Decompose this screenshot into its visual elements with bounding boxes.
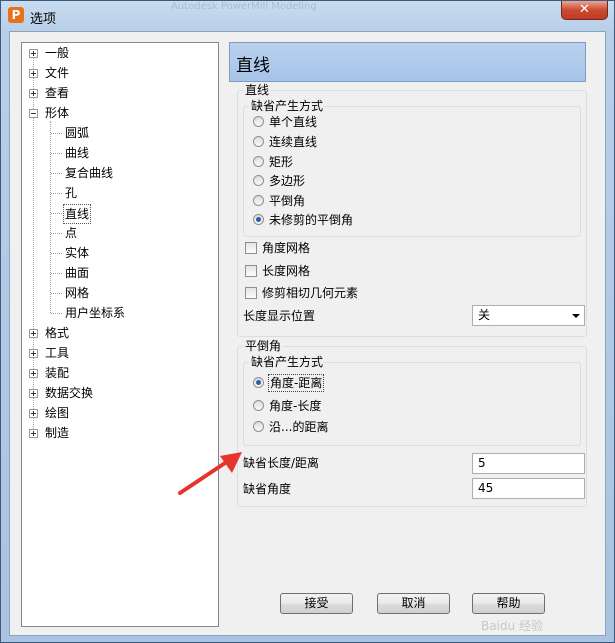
options-tree[interactable]: 一般 文件 查看 形体 圆弧 曲线 复合曲线 孔 直线 点 实体 曲面 网格 用…: [21, 42, 219, 627]
checkbox-length-grid[interactable]: 长度网格: [245, 262, 445, 280]
tree-item-composite-curve[interactable]: 复合曲线: [22, 164, 212, 182]
radio-rectangle[interactable]: 矩形: [253, 153, 453, 171]
tree-item-manufacturing[interactable]: 制造: [22, 424, 212, 442]
help-button[interactable]: 帮助: [472, 593, 545, 614]
background-window-title: Autodesk PowerMill Modeling: [171, 1, 317, 12]
radio-continuous-line[interactable]: 连续直线: [253, 133, 453, 151]
tree-item-assembly[interactable]: 装配: [22, 364, 212, 382]
dialog-body: 一般 文件 查看 形体 圆弧 曲线 复合曲线 孔 直线 点 实体 曲面 网格 用…: [9, 31, 606, 636]
tree-item-curve[interactable]: 曲线: [22, 144, 212, 162]
expand-icon[interactable]: [29, 389, 38, 398]
options-dialog: P 选项 Autodesk PowerMill Modeling ✕ 一般 文件…: [0, 0, 615, 643]
tree-item-mesh[interactable]: 网格: [22, 284, 212, 302]
checkbox-angle-grid[interactable]: 角度网格: [245, 239, 445, 257]
panel-title: 直线: [236, 56, 270, 76]
app-icon: P: [8, 7, 24, 23]
radio-angle-length[interactable]: 角度-长度: [253, 397, 453, 415]
line-group-label: 直线: [243, 83, 272, 97]
radio-distance-along[interactable]: 沿...的距离: [253, 418, 453, 436]
tree-item-tools[interactable]: 工具: [22, 344, 212, 362]
default-angle-label: 缺省角度: [243, 482, 292, 496]
radio-button[interactable]: [253, 195, 264, 206]
watermark: Baidu 经验: [481, 619, 543, 633]
default-length-label: 缺省长度/距离: [243, 456, 320, 470]
checkbox[interactable]: [245, 265, 257, 277]
radio-untrimmed-chamfer[interactable]: 未修剪的平倒角: [253, 211, 453, 229]
line-creation-group-label: 缺省产生方式: [249, 99, 326, 113]
radio-polygon[interactable]: 多边形: [253, 172, 453, 190]
accept-button[interactable]: 接受: [280, 593, 353, 614]
collapse-icon[interactable]: [29, 109, 38, 118]
tree-item-file[interactable]: 文件: [22, 64, 212, 82]
tree-item-view[interactable]: 查看: [22, 84, 212, 102]
expand-icon[interactable]: [29, 69, 38, 78]
close-button[interactable]: ✕: [561, 1, 608, 20]
tree-item-hole[interactable]: 孔: [22, 184, 212, 202]
expand-icon[interactable]: [29, 49, 38, 58]
expand-icon[interactable]: [29, 429, 38, 438]
checkbox-trim-tangent-geometry[interactable]: 修剪相切几何元素: [245, 284, 465, 302]
title-bar[interactable]: P 选项 Autodesk PowerMill Modeling ✕: [1, 1, 614, 31]
panel-header: 直线: [229, 42, 586, 82]
expand-icon[interactable]: [29, 349, 38, 358]
cancel-button[interactable]: 取消: [377, 593, 450, 614]
radio-chamfer[interactable]: 平倒角: [253, 192, 453, 210]
radio-button[interactable]: [253, 175, 264, 186]
checkbox[interactable]: [245, 242, 257, 254]
tree-item-solid[interactable]: 实体: [22, 244, 212, 262]
tree-item-line[interactable]: 直线: [22, 204, 212, 224]
radio-button[interactable]: [253, 421, 264, 432]
line-creation-group: 缺省产生方式 单个直线 连续直线 矩形 多边形 平倒角 未修剪的平倒角: [243, 99, 581, 237]
tree-item-format[interactable]: 格式: [22, 324, 212, 342]
tree-item-data-exchange[interactable]: 数据交换: [22, 384, 212, 402]
tree-item-arc[interactable]: 圆弧: [22, 124, 212, 142]
chevron-down-icon[interactable]: [572, 314, 580, 318]
window-title: 选项: [30, 12, 57, 27]
radio-button[interactable]: [253, 400, 264, 411]
tree-item-surface[interactable]: 曲面: [22, 264, 212, 282]
chamfer-group-label: 平倒角: [243, 339, 284, 353]
tree-item-general[interactable]: 一般: [22, 44, 212, 62]
expand-icon[interactable]: [29, 369, 38, 378]
tree-item-geometry[interactable]: 形体: [22, 104, 212, 122]
expand-icon[interactable]: [29, 409, 38, 418]
expand-icon[interactable]: [29, 89, 38, 98]
length-display-select[interactable]: 关: [472, 305, 585, 326]
annotation-arrow-icon: [178, 452, 242, 495]
length-display-label: 长度显示位置: [243, 309, 316, 323]
expand-icon[interactable]: [29, 329, 38, 338]
tree-item-point[interactable]: 点: [22, 224, 212, 242]
radio-button-selected[interactable]: [253, 377, 264, 388]
chamfer-creation-group: 缺省产生方式 角度-距离 角度-长度 沿...的距离: [243, 355, 581, 446]
radio-button[interactable]: [253, 116, 264, 127]
line-group: 直线 缺省产生方式 单个直线 连续直线 矩形 多边形 平倒角 未修剪的平倒角 角…: [237, 83, 587, 337]
radio-angle-distance[interactable]: 角度-距离: [253, 374, 453, 392]
tree-item-drawing[interactable]: 绘图: [22, 404, 212, 422]
chamfer-group: 平倒角 缺省产生方式 角度-距离 角度-长度 沿...的距离 缺省长度/距离 5…: [237, 339, 587, 507]
checkbox[interactable]: [245, 287, 257, 299]
radio-button[interactable]: [253, 136, 264, 147]
default-angle-input[interactable]: 45: [472, 478, 585, 499]
chamfer-creation-group-label: 缺省产生方式: [249, 355, 326, 369]
radio-button-selected[interactable]: [253, 214, 264, 225]
radio-single-line[interactable]: 单个直线: [253, 113, 453, 131]
radio-button[interactable]: [253, 156, 264, 167]
default-length-input[interactable]: 5: [472, 453, 585, 474]
tree-item-user-coordinate-system[interactable]: 用户坐标系: [22, 304, 212, 322]
